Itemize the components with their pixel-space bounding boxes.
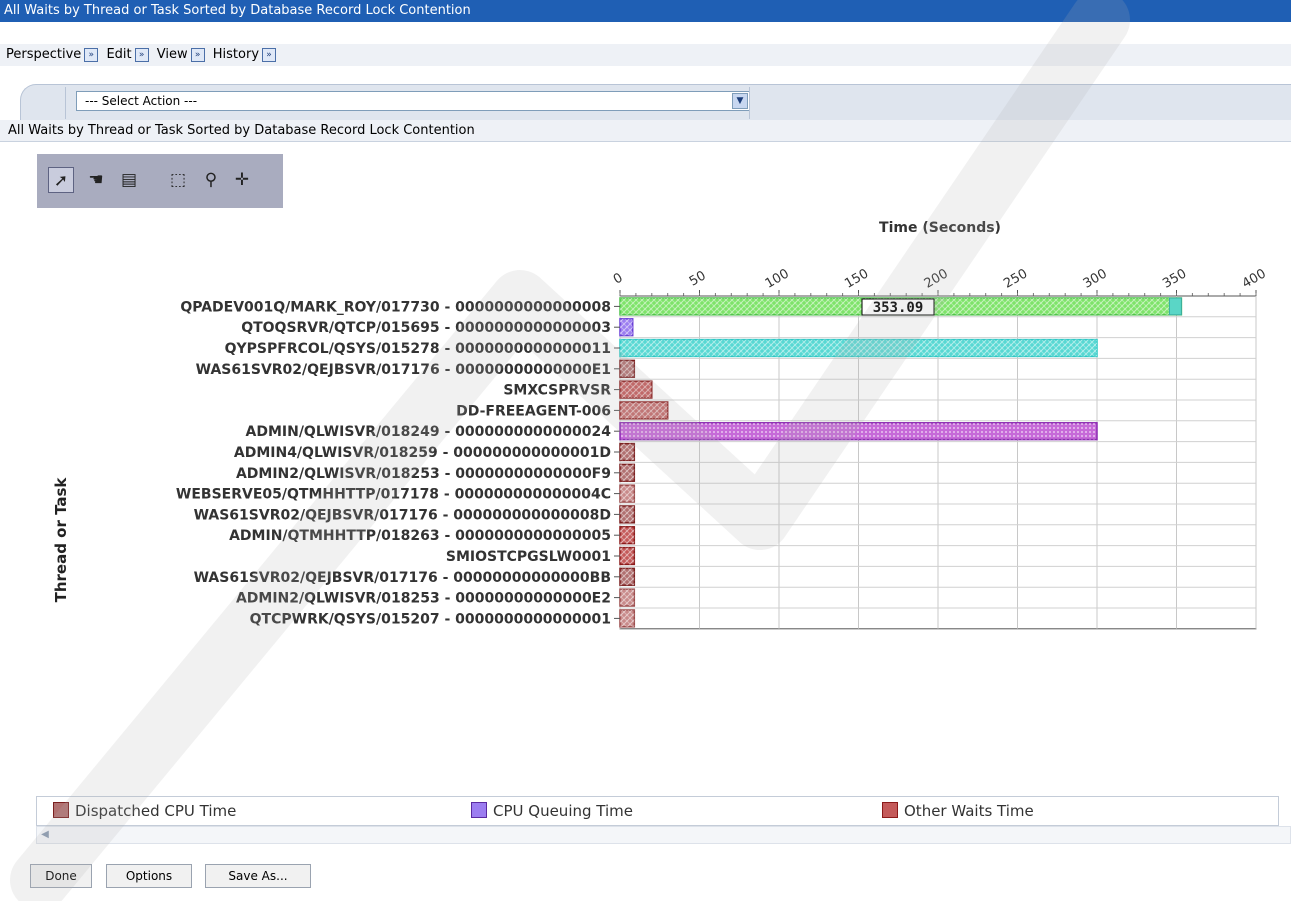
chevron-down-icon[interactable]: ▼ [732, 93, 748, 109]
bar-pattern [620, 443, 635, 461]
horizontal-scrollbar[interactable]: ◀ [36, 826, 1291, 844]
legend-label-dispatched-cpu: Dispatched CPU Time [75, 802, 237, 820]
x-axis-title: Time (Seconds) [879, 220, 1001, 236]
expand-arrow-icon[interactable]: » [262, 47, 277, 62]
y-tick-label: WAS61SVR02/QEJBSVR/017176 - 000000000000… [194, 570, 611, 586]
y-tick-label: QYPSPFRCOL/QSYS/015278 - 000000000000001… [225, 341, 611, 357]
y-tick-label: QPADEV001Q/MARK_ROY/017730 - 00000000000… [180, 299, 611, 315]
chart-toolbar: ➚ ☚ ▤ ⬚ ⚲ ✛ [37, 154, 283, 208]
y-tick-label: WAS61SVR02/QEJBSVR/017176 - 000000000000… [196, 362, 611, 378]
expand-arrow-icon[interactable]: » [190, 47, 205, 62]
bar-pattern [620, 568, 635, 586]
x-tick-label: 50 [687, 268, 709, 289]
bar-segment[interactable] [1168, 297, 1182, 316]
x-tick-label: 300 [1081, 266, 1110, 291]
wait-time-bar-chart: Time (Seconds) 0 50 100 150 200 250 300 350 400 … [52, 220, 1269, 630]
options-button[interactable]: Options [106, 864, 192, 888]
y-tick-label: SMIOSTCPGSLW0001 [446, 549, 611, 565]
y-tick-label: DD-FREEAGENT-006 [456, 403, 611, 419]
menu-bar: Perspective» Edit» View» History» [0, 44, 1291, 66]
window-title: All Waits by Thread or Task Sorted by Da… [0, 0, 1291, 22]
x-tick-label: 150 [842, 266, 871, 291]
zoom-region-icon[interactable]: ⬚ [165, 167, 191, 193]
y-tick-label: SMXCSPRVSR [503, 383, 611, 399]
x-tick-label: 0 [611, 270, 626, 287]
y-tick-label: ADMIN4/QLWISVR/018259 - 000000000000001D [234, 445, 611, 461]
select-pointer-icon[interactable]: ➚ [48, 167, 74, 193]
pan-hand-icon[interactable]: ☚ [83, 167, 109, 193]
menu-history[interactable]: History» [213, 44, 277, 66]
select-action-value: --- Select Action --- [85, 94, 198, 108]
y-tick-label: QTOQSRVR/QTCP/015695 - 0000000000000003 [241, 320, 611, 336]
save-as-button[interactable]: Save As... [205, 864, 311, 888]
x-tick-label: 350 [1160, 266, 1189, 291]
legend-swatch [471, 802, 487, 818]
divider [65, 87, 66, 119]
x-tick-label: 200 [922, 266, 951, 291]
divider [749, 87, 750, 119]
bar-pattern [620, 464, 635, 482]
bar-pattern [620, 589, 635, 606]
legend-swatch [882, 802, 898, 818]
y-tick-label: ADMIN2/QLWISVR/018253 - 00000000000000E2 [236, 591, 611, 607]
annotate-icon[interactable]: ▤ [116, 167, 142, 193]
bar-pattern [620, 547, 635, 565]
scroll-left-icon[interactable]: ◀ [37, 827, 53, 843]
y-axis-labels: QPADEV001Q/MARK_ROY/017730 - 00000000000… [176, 299, 620, 627]
menu-perspective[interactable]: Perspective» [6, 44, 99, 66]
bar-pattern [620, 485, 635, 502]
menu-edit[interactable]: Edit» [106, 44, 149, 66]
bar-pattern [620, 381, 652, 398]
x-axis-ticks: 0 50 100 150 200 250 300 350 400 [611, 266, 1269, 296]
x-tick-label: 250 [1001, 266, 1030, 291]
select-action-dropdown[interactable]: --- Select Action --- ▼ [76, 91, 750, 111]
bar-pattern [620, 318, 633, 336]
fit-all-icon[interactable]: ✛ [229, 167, 255, 193]
action-bar: --- Select Action --- ▼ [20, 84, 1291, 120]
bar-pattern [620, 526, 635, 544]
zoom-out-icon[interactable]: ⚲ [198, 167, 224, 193]
panel-title: All Waits by Thread or Task Sorted by Da… [0, 120, 1291, 142]
y-tick-label: ADMIN2/QLWISVR/018253 - 00000000000000F9 [236, 466, 611, 482]
expand-arrow-icon[interactable]: » [84, 47, 99, 62]
y-tick-label: WEBSERVE05/QTMHHTTP/017178 - 00000000000… [176, 487, 611, 503]
plot-area: 353.09 [619, 295, 1257, 630]
bar-pattern [620, 339, 1097, 357]
legend-label-cpu-queuing: CPU Queuing Time [493, 802, 633, 820]
x-tick-label: 100 [763, 266, 792, 291]
bar-pattern [620, 360, 635, 378]
bar-pattern [620, 402, 668, 419]
y-tick-label: WAS61SVR02/QEJBSVR/017176 - 000000000000… [194, 507, 611, 523]
chart-legend: Dispatched CPU Time CPU Queuing Time Oth… [36, 796, 1279, 826]
value-tooltip-text: 353.09 [873, 300, 924, 316]
menu-view[interactable]: View» [157, 44, 205, 66]
bar-pattern [620, 610, 635, 627]
bar-pattern [620, 422, 1097, 440]
y-tick-label: QTCPWRK/QSYS/015207 - 0000000000000001 [250, 611, 611, 627]
y-axis-title: Thread or Task [52, 477, 70, 603]
done-button[interactable]: Done [30, 864, 92, 888]
y-tick-label: ADMIN/QLWISVR/018249 - 0000000000000024 [246, 424, 612, 440]
legend-swatch [53, 802, 69, 818]
expand-arrow-icon[interactable]: » [134, 47, 149, 62]
bar-pattern [620, 506, 635, 523]
legend-label-other-waits: Other Waits Time [904, 802, 1034, 820]
x-tick-label: 400 [1240, 266, 1269, 291]
y-tick-label: ADMIN/QTMHHTTP/018263 - 0000000000000005 [229, 528, 611, 544]
